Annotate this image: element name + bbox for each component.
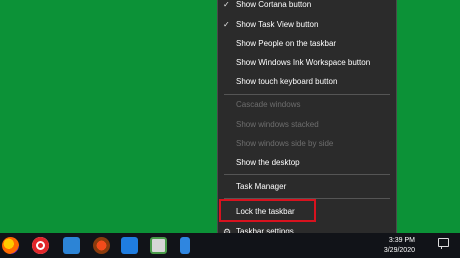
menu-item-windows-side-by-side: Show windows side by side (236, 139, 334, 148)
checkmark-icon: ✓ (223, 0, 230, 9)
opera-icon[interactable] (32, 237, 49, 254)
paint-icon[interactable] (93, 237, 110, 254)
menu-item-task-manager[interactable]: Task Manager (218, 179, 396, 195)
menu-separator (224, 174, 390, 175)
checkmark-icon: ✓ (223, 20, 230, 29)
explorer-icon[interactable] (63, 237, 80, 254)
phone-icon[interactable] (180, 237, 190, 254)
menu-item-show-people[interactable]: Show People on the taskbar (218, 36, 396, 52)
highlight-box (219, 199, 316, 222)
notification-icon[interactable] (438, 238, 449, 249)
menu-item-windows-stacked: Show windows stacked (236, 120, 319, 129)
menu-item-show-desktop[interactable]: Show the desktop (218, 155, 396, 171)
mail-icon[interactable] (121, 237, 138, 254)
menu-item-cascade-windows: Cascade windows (236, 100, 301, 109)
firefox-icon[interactable] (2, 237, 19, 254)
menu-item-show-task-view[interactable]: ✓ Show Task View button (218, 17, 396, 33)
menu-item-show-cortana[interactable]: ✓ Show Cortana button (218, 0, 396, 13)
menu-item-show-touch-keyboard[interactable]: Show touch keyboard button (218, 74, 396, 90)
notepad-icon[interactable] (150, 237, 167, 254)
menu-item-show-ink-workspace[interactable]: Show Windows Ink Workspace button (218, 55, 396, 71)
menu-separator (224, 94, 390, 95)
